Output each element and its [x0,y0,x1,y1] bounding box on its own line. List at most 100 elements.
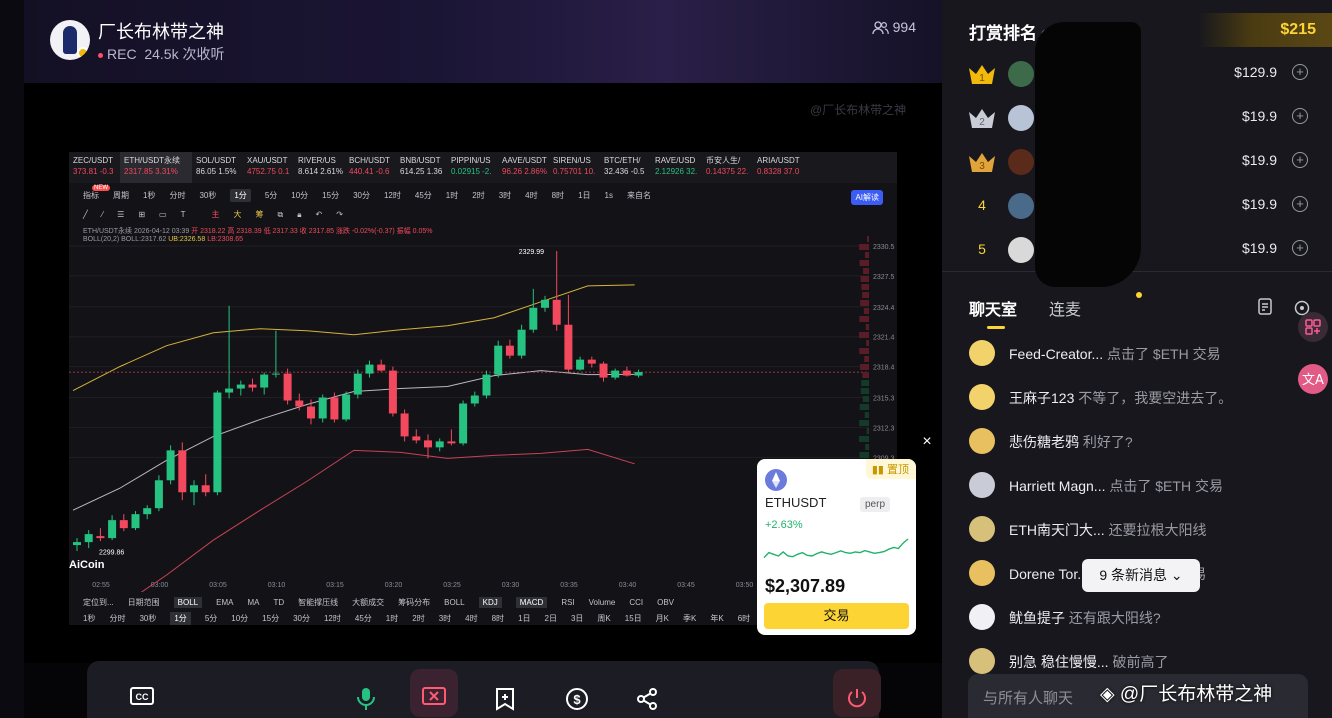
host-name[interactable]: 厂长布林带之神 [98,18,224,44]
interval-option[interactable]: 1秒 [83,613,95,624]
ticker-tab[interactable]: RAVE/USD 2.12926 32. [651,152,702,183]
period-option[interactable]: 30秒 [199,190,216,201]
chat-username[interactable]: 王麻子123 [1009,390,1074,406]
period-option[interactable]: 2时 [472,190,484,201]
ticker-tab[interactable]: SIREN/US 0.75701 10. [549,152,600,183]
indicator-option[interactable]: Volume [589,598,616,607]
period-option[interactable]: 12时 [384,190,401,201]
viewer-count[interactable]: 994 [871,19,916,35]
fib-tool-icon[interactable]: ☰ [117,210,124,219]
interval-option[interactable]: 30分 [293,613,310,624]
follow-plus-icon[interactable]: + [1292,108,1308,124]
redo-icon[interactable]: ↷ [336,210,343,219]
measure-tool-icon[interactable]: ⊞ [138,210,145,219]
interval-option[interactable]: 年K [710,613,723,624]
period-option[interactable]: 8时 [552,190,564,201]
trade-button[interactable]: 交易 [764,603,909,629]
avatar[interactable] [969,648,995,674]
ticker-tab[interactable]: ARIA/USDT 0.8328 37.0 [753,152,804,183]
follow-plus-icon[interactable]: + [1292,196,1308,212]
period-option[interactable]: 4时 [525,190,537,201]
ticker-tab[interactable]: RIVER/US 8.614 2.61% [294,152,345,183]
indicator-option[interactable]: KDJ [478,597,502,608]
period-option[interactable]: 30分 [353,190,370,201]
ticker-tab[interactable]: SOL/USDT 86.05 1.5% [192,152,243,183]
indicator-option[interactable]: 大额成交 [352,597,384,608]
interval-option[interactable]: 15分 [262,613,279,624]
avatar[interactable] [1008,149,1034,175]
indicator-option[interactable]: RSI [561,598,574,607]
interval-option[interactable]: 15日 [625,613,642,624]
lock-icon[interactable]: 🔒︎ [297,210,301,220]
ticker-tab[interactable]: AAVE/USDT 96.26 2.86% [498,152,549,183]
interval-option[interactable]: 1时 [386,613,398,624]
eth-trade-card[interactable]: ▮▮ 置顶 ETHUSDT perp +2.63% $2,307.89 交易 [757,459,916,635]
ray-tool-icon[interactable]: ⁄ [102,210,103,219]
indicator-option[interactable]: 定位到... [83,597,114,608]
notes-icon[interactable] [1257,298,1274,316]
interval-option[interactable]: 10分 [231,613,248,624]
share-button[interactable] [623,675,671,718]
indicator-option[interactable]: 智能撑压线 [298,597,338,608]
chat-username[interactable]: ETH南天门大... [1009,522,1105,538]
avatar[interactable] [1008,105,1034,131]
interval-option[interactable]: 45分 [355,613,372,624]
period-option[interactable]: 15分 [322,190,339,201]
follow-plus-icon[interactable]: + [1292,152,1308,168]
avatar[interactable] [1008,193,1034,219]
undo-icon[interactable]: ↶ [315,210,322,219]
period-option[interactable]: 1秒 [143,190,155,201]
avatar[interactable] [1008,237,1034,263]
indicator-option[interactable]: MACD [515,597,548,608]
host-avatar[interactable] [50,20,90,60]
line-tool-icon[interactable]: ╱ [83,210,88,219]
ticker-tab[interactable]: BTC/ETH/32.436 -0.5 [600,152,651,183]
interval-option[interactable]: 4时 [465,613,477,624]
avatar[interactable] [969,428,995,454]
indicator-option[interactable]: EMA [216,598,233,607]
period-option[interactable]: 5分 [265,190,277,201]
interval-option[interactable]: 3日 [571,613,583,624]
chat-username[interactable]: 别急 稳住慢慢... [1009,654,1109,670]
tab-chat[interactable]: 聊天室 [969,296,1017,320]
period-option[interactable]: 周期 [113,190,129,201]
period-option[interactable]: 1时 [446,190,458,201]
period-option[interactable]: 分时 [169,190,185,201]
avatar[interactable] [969,560,995,586]
interval-option[interactable]: 1分 [170,612,191,625]
ticker-tab[interactable]: BNB/USDT 614.25 1.36 [396,152,447,183]
ticker-tab[interactable]: ZEC/USDT 373.81 -0.3 [69,152,120,183]
interval-option[interactable]: 2日 [545,613,557,624]
ticker-tab[interactable]: PIPPIN/US 0.02915 -2. [447,152,498,183]
chat-username[interactable]: Harriett Magn... [1009,478,1105,494]
indicator-option[interactable]: CCI [629,598,643,607]
text-tool-icon[interactable]: T [181,210,186,219]
interval-option[interactable]: 3时 [439,613,451,624]
interval-option[interactable]: 8时 [492,613,504,624]
interval-option[interactable]: 周K [597,613,610,624]
avatar[interactable] [969,340,995,366]
avatar[interactable] [969,472,995,498]
ticker-tab[interactable]: XAU/USDT 4752.75 0.1 [243,152,294,183]
chip-tool[interactable]: 筹 [256,209,264,220]
follow-plus-icon[interactable]: + [1292,64,1308,80]
main-tool[interactable]: 主 [212,209,220,220]
period-option[interactable]: 45分 [415,190,432,201]
tip-button[interactable]: $ [553,675,601,718]
interval-option[interactable]: 月K [656,613,669,624]
indicator-option[interactable]: BOLL [444,598,464,607]
interval-option[interactable]: 5分 [205,613,217,624]
close-chart-icon[interactable]: × [917,432,937,452]
tab-mic[interactable]: 连麦 [1049,296,1081,320]
period-option[interactable]: 来自名 [627,190,651,201]
chat-username[interactable]: 鱿鱼提子 [1009,610,1065,626]
ticker-tab[interactable]: BCH/USDT 440.41 -0.6 [345,152,396,183]
new-messages-pill[interactable]: 9 条新消息 ⌄ [1082,559,1200,592]
period-option[interactable]: 指标 [83,190,99,201]
avatar[interactable] [969,384,995,410]
interval-option[interactable]: 30秒 [139,613,156,624]
interval-option[interactable]: 2时 [412,613,424,624]
apps-float-button[interactable] [1298,312,1328,342]
interval-option[interactable]: 季K [683,613,696,624]
indicator-option[interactable]: MA [247,598,259,607]
